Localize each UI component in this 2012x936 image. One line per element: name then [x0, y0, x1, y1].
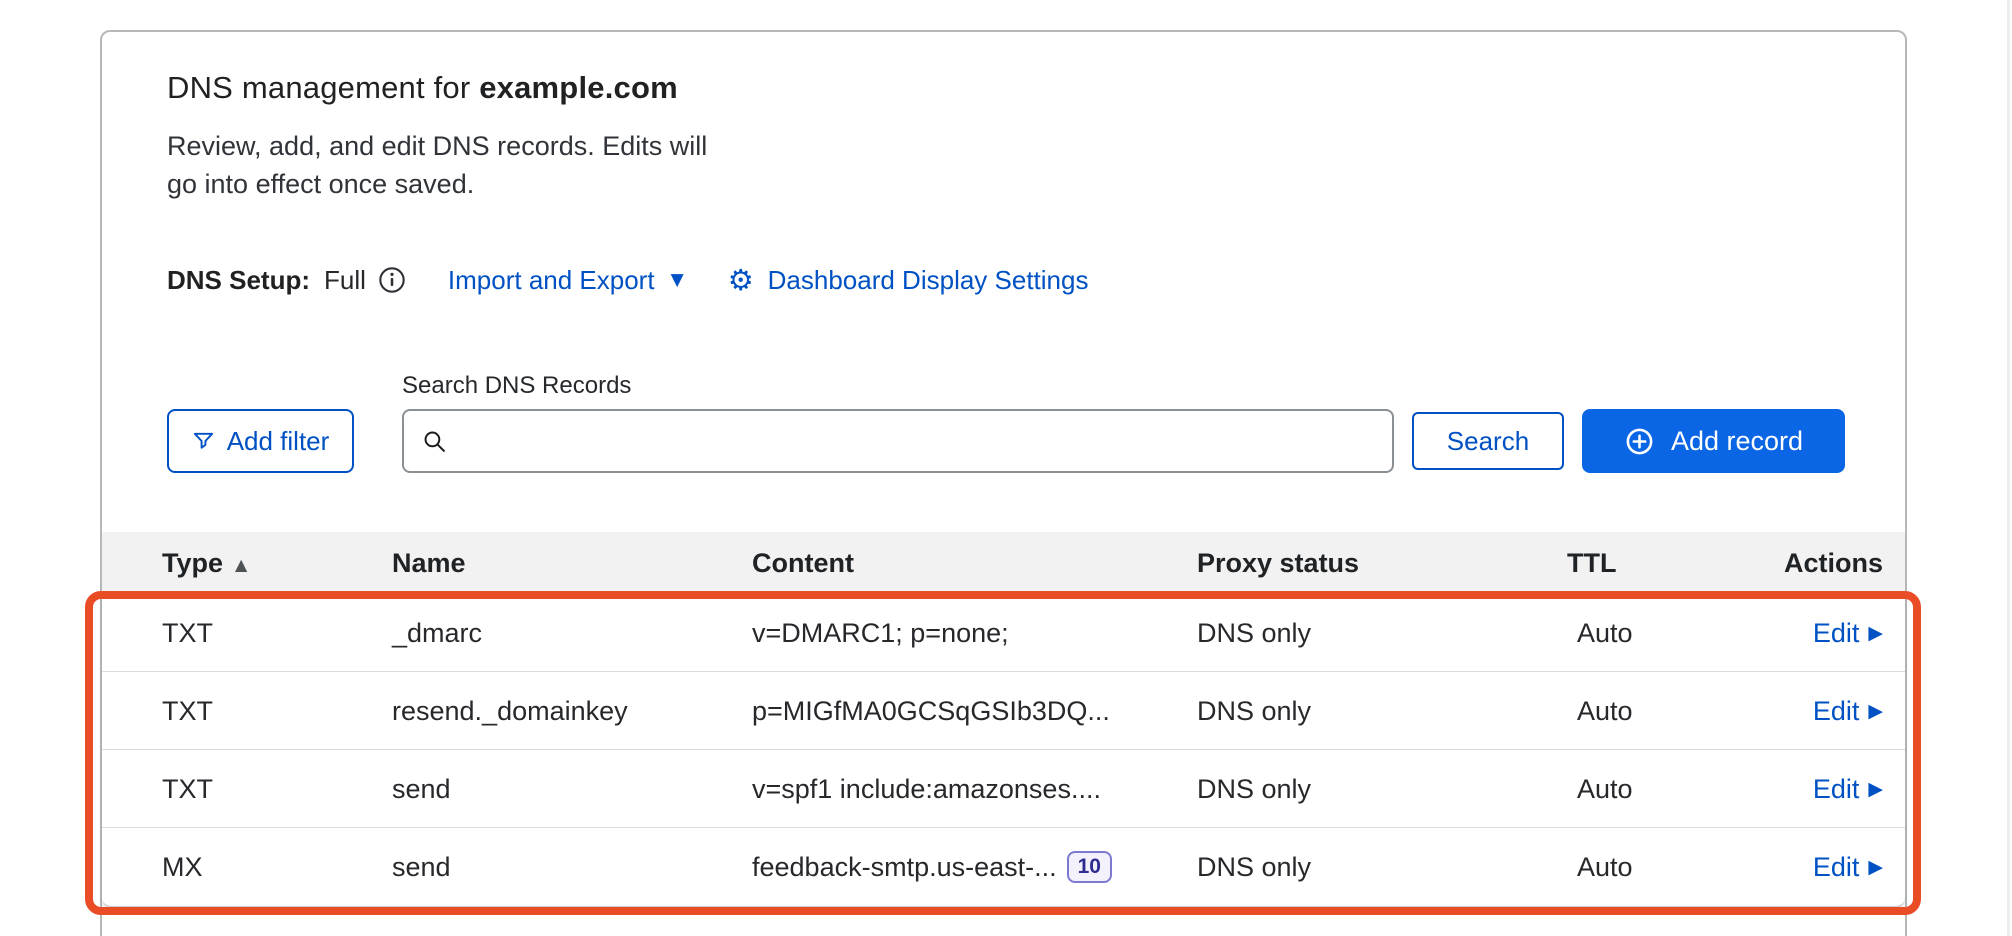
page-title-domain: example.com	[479, 70, 678, 105]
record-edit-link[interactable]: Edit ▶	[1813, 750, 1883, 828]
record-edit-link[interactable]: Edit ▶	[1813, 828, 1883, 906]
info-icon[interactable]	[378, 266, 406, 294]
record-name: send	[392, 750, 451, 828]
dns-setup-label: DNS Setup:	[167, 265, 310, 296]
record-type: TXT	[162, 672, 213, 750]
record-content: v=spf1 include:amazonses....	[752, 750, 1101, 828]
filter-funnel-icon	[192, 430, 215, 453]
record-content-text: v=spf1 include:amazonses....	[752, 750, 1101, 828]
record-edit-link[interactable]: Edit ▶	[1813, 672, 1883, 750]
column-header-content: Content	[752, 532, 854, 594]
add-record-button[interactable]: Add record	[1582, 409, 1845, 473]
add-filter-button[interactable]: Add filter	[167, 409, 354, 473]
edit-label: Edit	[1813, 672, 1860, 750]
dns-management-card: DNS management for example.com Review, a…	[100, 30, 1907, 936]
edit-caret-icon: ▶	[1868, 750, 1883, 828]
record-content-text: v=DMARC1; p=none;	[752, 594, 1009, 672]
edit-caret-icon: ▶	[1868, 594, 1883, 672]
record-ttl: Auto	[1577, 750, 1633, 828]
page-description: Review, add, and edit DNS records. Edits…	[167, 127, 727, 203]
record-name: _dmarc	[392, 594, 482, 672]
table-header: Type▲ Name Content Proxy status TTL Acti…	[102, 532, 1905, 594]
gear-icon: ⚙	[728, 266, 754, 295]
edit-label: Edit	[1813, 828, 1860, 906]
dashboard-display-settings-label: Dashboard Display Settings	[768, 265, 1089, 296]
record-content-text: p=MIGfMA0GCSqGSIb3DQ...	[752, 672, 1110, 750]
record-name: send	[392, 828, 451, 906]
record-type: TXT	[162, 750, 213, 828]
record-content: p=MIGfMA0GCSqGSIb3DQ...	[752, 672, 1110, 750]
add-filter-label: Add filter	[227, 426, 330, 457]
search-label: Search DNS Records	[402, 372, 631, 400]
page-right-border	[2007, 0, 2010, 936]
search-icon	[422, 429, 447, 454]
record-proxy-status: DNS only	[1197, 672, 1311, 750]
table-row: TXT _dmarc v=DMARC1; p=none; DNS only Au…	[102, 594, 1905, 672]
search-input-container	[402, 409, 1394, 473]
edit-caret-icon: ▶	[1868, 672, 1883, 750]
column-header-name: Name	[392, 532, 466, 594]
edit-caret-icon: ▶	[1868, 828, 1883, 906]
add-record-label: Add record	[1671, 426, 1803, 457]
edit-label: Edit	[1813, 594, 1860, 672]
column-header-ttl: TTL	[1567, 532, 1616, 594]
record-ttl: Auto	[1577, 672, 1633, 750]
dashboard-display-settings-link[interactable]: Dashboard Display Settings	[768, 265, 1089, 296]
column-header-actions: Actions	[1784, 532, 1883, 594]
plus-circle-icon	[1624, 426, 1655, 457]
record-ttl: Auto	[1577, 828, 1633, 906]
record-type: MX	[162, 828, 203, 906]
mx-priority-badge: 10	[1067, 851, 1112, 883]
record-edit-link[interactable]: Edit ▶	[1813, 594, 1883, 672]
record-type: TXT	[162, 594, 213, 672]
column-header-proxy-status: Proxy status	[1197, 532, 1359, 594]
search-input[interactable]	[461, 425, 1374, 458]
table-row: MX send feedback-smtp.us-east-... 10 DNS…	[102, 828, 1905, 906]
table-row: TXT resend._domainkey p=MIGfMA0GCSqGSIb3…	[102, 672, 1905, 750]
chevron-down-icon: ▼	[671, 270, 684, 290]
dns-setup-row: DNS Setup: Full Import and Export ▼ ⚙ Da…	[167, 260, 1088, 300]
search-button[interactable]: Search	[1412, 412, 1564, 470]
record-proxy-status: DNS only	[1197, 828, 1311, 906]
record-proxy-status: DNS only	[1197, 750, 1311, 828]
edit-label: Edit	[1813, 750, 1860, 828]
record-content-text: feedback-smtp.us-east-...	[752, 828, 1057, 906]
table-body: TXT _dmarc v=DMARC1; p=none; DNS only Au…	[102, 594, 1905, 908]
import-export-label: Import and Export	[448, 265, 655, 296]
page-title-prefix: DNS management for	[167, 70, 479, 105]
page-title: DNS management for example.com	[167, 70, 678, 106]
sort-asc-icon: ▲	[235, 555, 247, 574]
record-content: v=DMARC1; p=none;	[752, 594, 1009, 672]
dns-setup-value: Full	[324, 265, 366, 296]
column-header-type[interactable]: Type▲	[162, 532, 247, 594]
table-row: TXT send v=spf1 include:amazonses.... DN…	[102, 750, 1905, 828]
record-name: resend._domainkey	[392, 672, 628, 750]
import-export-link[interactable]: Import and Export ▼	[448, 265, 684, 296]
record-proxy-status: DNS only	[1197, 594, 1311, 672]
record-content: feedback-smtp.us-east-... 10	[752, 828, 1112, 906]
record-ttl: Auto	[1577, 594, 1633, 672]
